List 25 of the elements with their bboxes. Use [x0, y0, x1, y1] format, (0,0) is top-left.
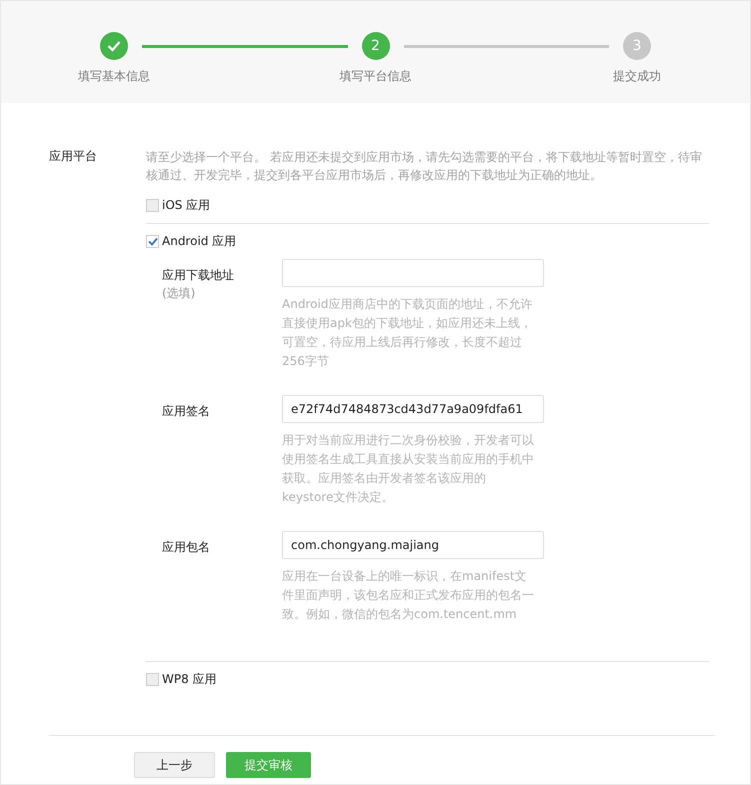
step-label: 填写基本信息 [78, 68, 150, 85]
check-icon [107, 40, 121, 52]
step-label: 填写平台信息 [340, 68, 412, 85]
input-field[interactable] [282, 259, 544, 287]
field-label: 应用包名 [162, 539, 211, 556]
step-number: 3 [632, 38, 642, 54]
step-label: 提交成功 [613, 68, 661, 85]
optional-note: (选填) [162, 285, 196, 302]
help-text: 用于对当前应用进行二次身份校验，开发者可以使用签名生成工具直接从安装当前应用的手机中获取。应用签名由开发者签名该应用的keystore文件决定。 [282, 432, 534, 506]
field-label: 应用平台 [49, 148, 98, 165]
input-field[interactable]: com.chongyang.majiang [282, 531, 544, 559]
checkbox[interactable] [146, 673, 159, 686]
checkbox[interactable] [146, 235, 159, 248]
input-field[interactable]: e72f74d7484873cd43d77a9a09fdfa61 [282, 395, 544, 423]
field-label: 应用下载地址 [162, 267, 235, 284]
description-text: 请至少选择一个平台。 若应用还未提交到应用市场，请先勾选需要的平台，将下载地址等暂时置空，待审核通过、开发完毕，提交到各平台应用市场后，再修改应用的下载地址为正确的地址。 [146, 149, 703, 184]
checkbox[interactable] [146, 199, 159, 212]
button[interactable]: 上一步 [134, 752, 215, 778]
checkbox-label: iOS 应用 [162, 197, 210, 214]
checkbox-label: WP8 应用 [162, 671, 217, 688]
help-text: Android应用商店中的下载页面的地址，不允许直接使用apk包的下载地址，如应用还未上线，可置空，待应用上线后再行修改，长度不超过256字节 [282, 296, 534, 370]
step-number: 2 [371, 38, 380, 54]
checkbox-label: Android 应用 [162, 233, 236, 250]
help-text: 应用在一台设备上的唯一标识，在manifest文件里面声明，该包名应和正式发布应用的包名一致。例如，微信的包名为com.tencent.mm [282, 568, 534, 623]
field-label: 应用签名 [162, 403, 211, 420]
